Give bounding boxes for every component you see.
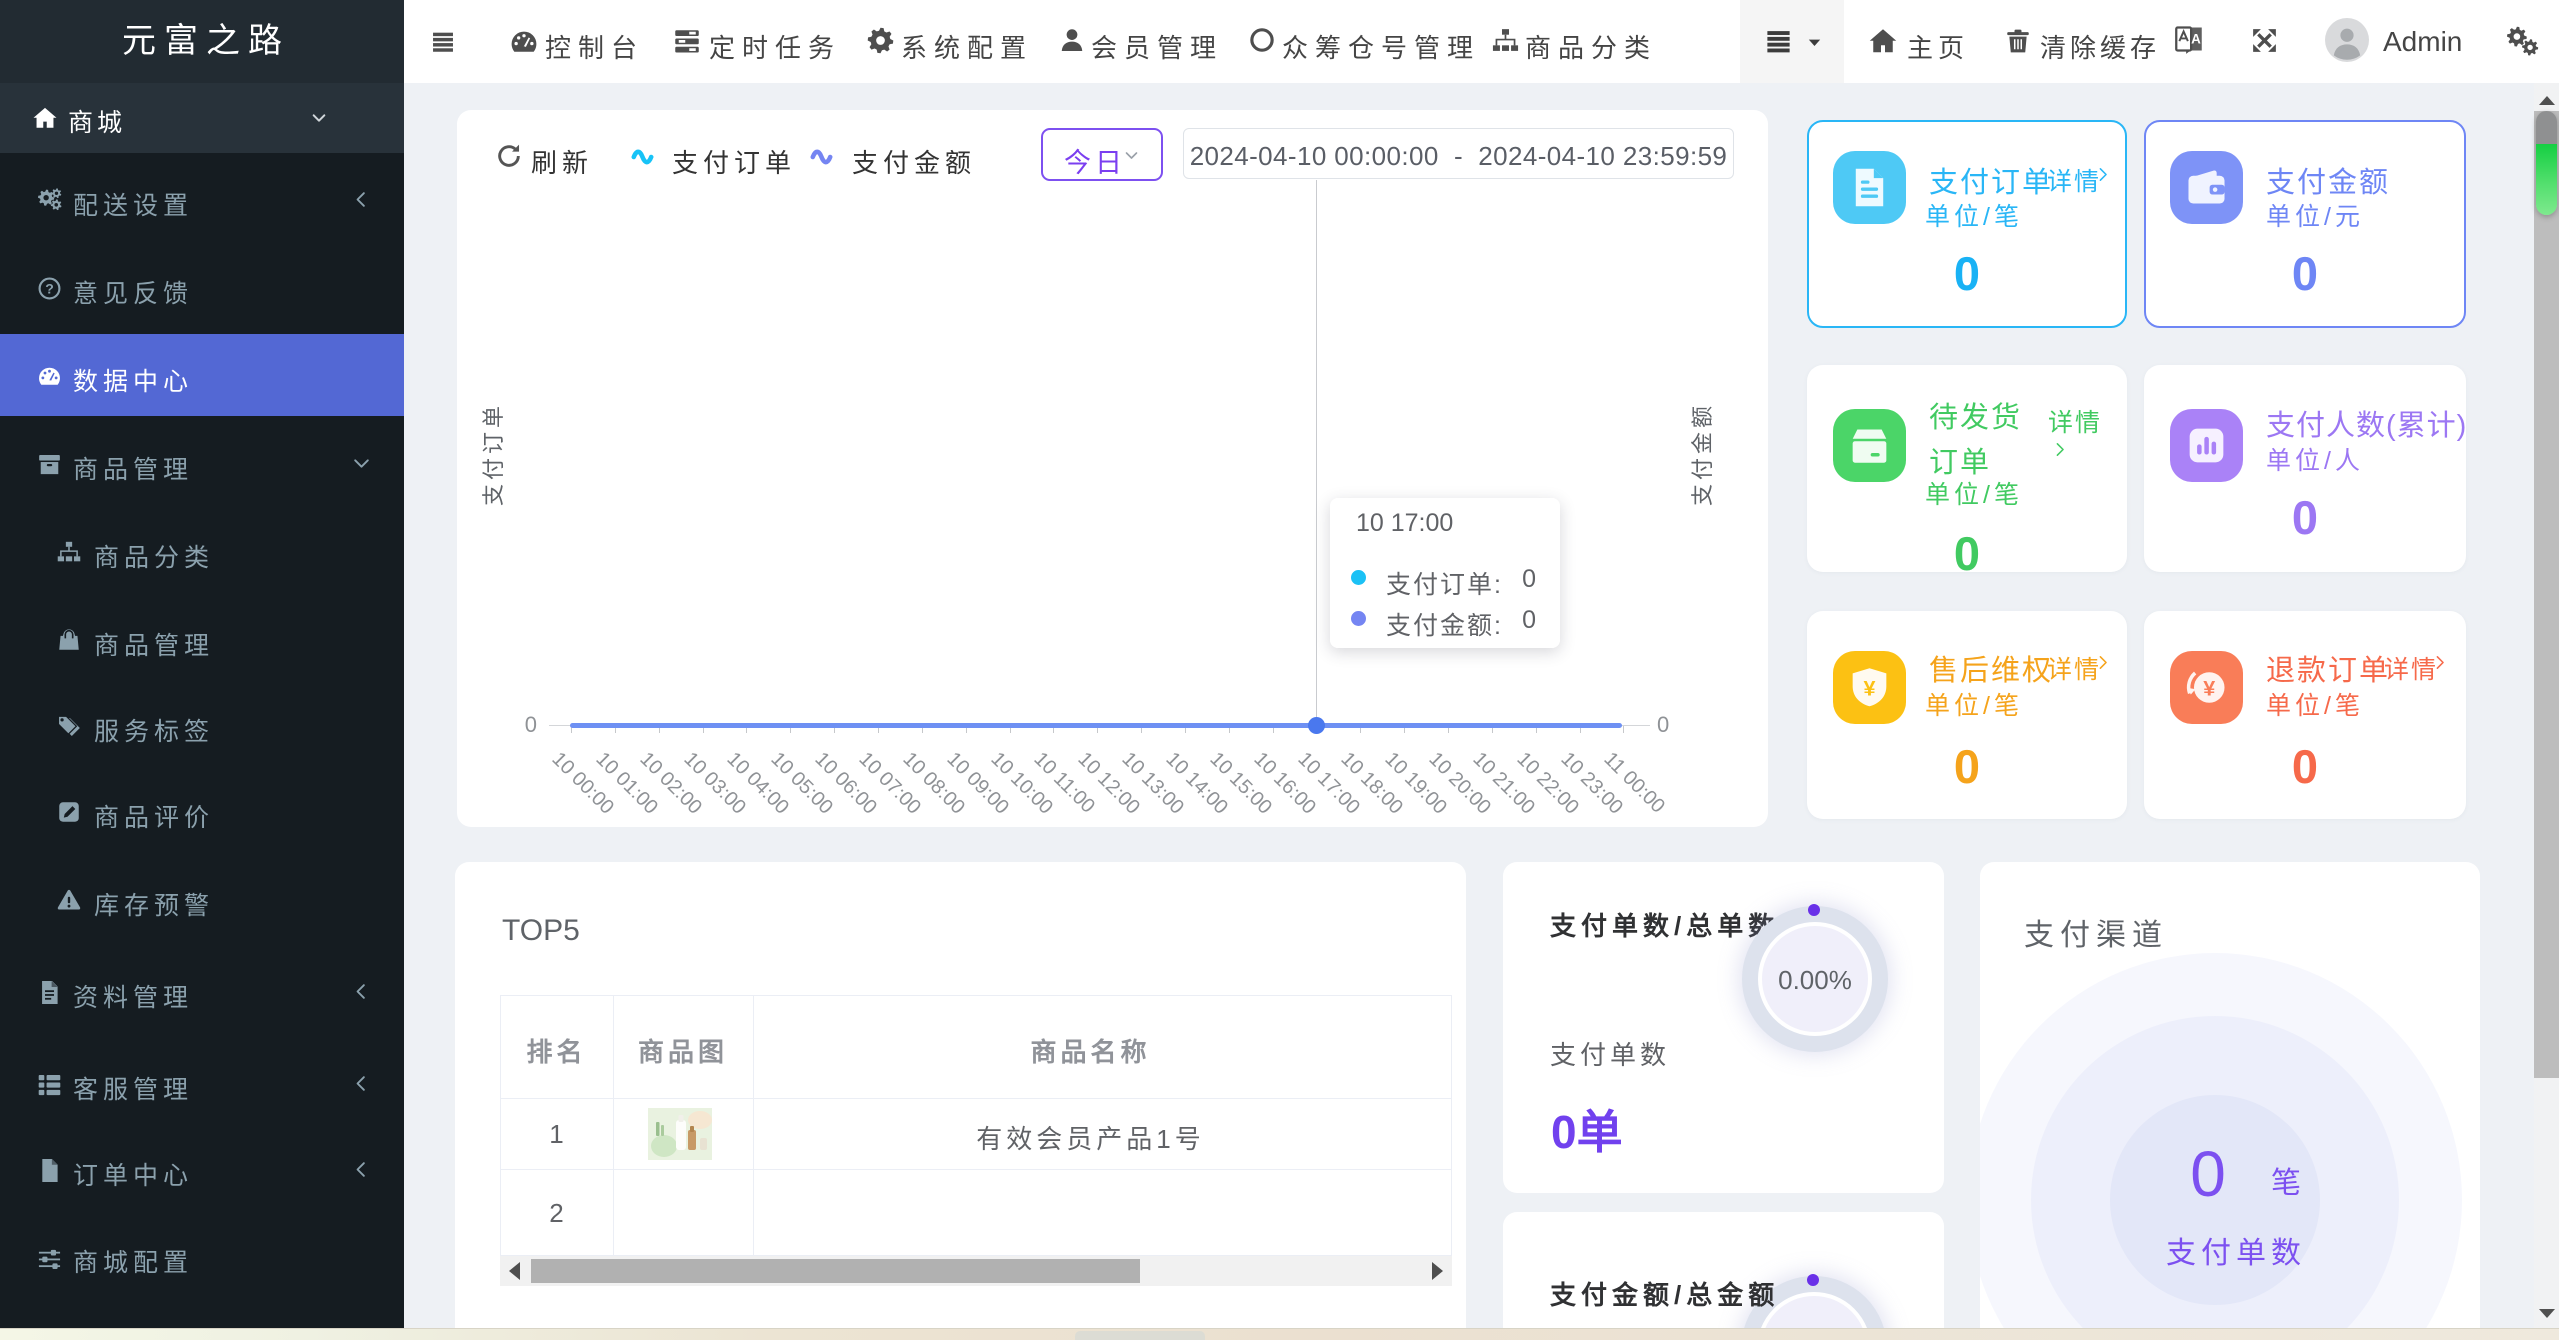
svg-text:A: A [2191,32,2201,47]
svg-text:¥: ¥ [1864,677,1876,701]
svg-text:?: ? [45,280,54,296]
svg-text:¥: ¥ [2203,676,2215,700]
